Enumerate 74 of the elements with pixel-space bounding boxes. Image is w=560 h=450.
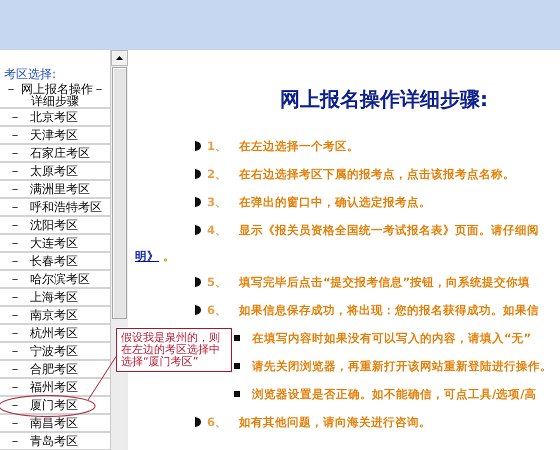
sidebar-item[interactable]: 满洲里考区	[30, 182, 90, 196]
step-text: 在弹出的窗口中，确认选定报考点。	[239, 194, 432, 211]
dash-marker: －	[8, 325, 22, 342]
dash-marker: －	[8, 361, 22, 378]
step-number: 6、	[207, 414, 228, 431]
leader-line	[88, 356, 116, 400]
bullet-icon	[195, 225, 201, 235]
sidebar-item[interactable]: 合肥考区	[30, 362, 78, 376]
sidebar-item[interactable]: 哈尔滨考区	[30, 272, 90, 286]
sidebar-item[interactable]: 宁波考区	[30, 344, 78, 358]
dash-marker: －	[8, 415, 22, 432]
step-number: 4、	[207, 222, 228, 239]
sidebar-item[interactable]: 长春考区	[30, 254, 78, 268]
square-bullet-icon	[234, 335, 240, 341]
note-text: 请先关闭浏览器，再重新打开该网站重新登陆进行操作。	[252, 358, 552, 375]
dash-marker: －	[8, 307, 22, 324]
link[interactable]: 明》	[135, 244, 159, 268]
step-number: 2、	[207, 166, 228, 183]
dash-marker: －	[8, 199, 22, 216]
sidebar-item[interactable]: 南昌考区	[30, 416, 78, 430]
sidebar-item[interactable]: 天津考区	[30, 128, 78, 142]
dash-marker: －	[8, 145, 22, 162]
dash-marker: －	[8, 343, 22, 360]
sidebar-item[interactable]: 石家庄考区	[30, 146, 90, 160]
step-text: 显示《报关员资格全国统一考试报名表》页面。请仔细阅	[239, 222, 540, 239]
step-number: 3、	[207, 194, 228, 211]
sidebar-item[interactable]: 沈阳考区	[30, 218, 78, 232]
page-title: 网上报名操作详细步骤:	[279, 86, 489, 113]
step-text: 在右边选择考区下属的报考点，点击该报考点名称。	[239, 166, 516, 183]
sidebar-item[interactable]: 太原考区	[30, 164, 78, 178]
square-bullet-icon	[234, 363, 240, 369]
bullet-icon	[195, 141, 201, 151]
sidebar-item[interactable]: 大连考区	[30, 236, 78, 250]
sidebar-item[interactable]: 杭州考区	[30, 326, 78, 340]
sidebar-item[interactable]: 青岛考区	[30, 434, 78, 448]
step-number: 1、	[207, 138, 228, 155]
dash-marker: －	[8, 271, 22, 288]
sidebar-item[interactable]: 呼和浩特考区	[30, 200, 102, 214]
up-arrow-icon	[116, 56, 123, 60]
step-text: 如有其他问题，请向海关进行咨询。	[239, 414, 432, 431]
sidebar-item[interactable]: 上海考区	[30, 290, 78, 304]
dash-marker: －	[8, 433, 22, 450]
dash-marker: －	[8, 217, 22, 234]
bullet-icon	[195, 305, 201, 315]
dash-marker: －	[8, 253, 22, 270]
step-text: 如果信息保存成功，将出现：您的报名获得成功。如果信	[239, 302, 540, 319]
sidebar-item[interactable]: 北京考区	[30, 110, 78, 124]
step-text: 。	[163, 248, 175, 265]
sidebar-item[interactable]: 福州考区	[30, 380, 78, 394]
step-number: 6、	[207, 302, 228, 319]
step-number: 5、	[207, 274, 228, 291]
sidebar-item[interactable]: 厦门考区	[30, 398, 78, 412]
dash-marker: －	[8, 235, 22, 252]
scroll-thumb[interactable]	[112, 67, 127, 319]
dash-marker: －	[8, 127, 22, 144]
step-text: 在左边选择一个考区。	[239, 138, 360, 155]
step-text: 填写完毕后点击“提交报考信息”按钮，向系统提交你填	[239, 274, 530, 291]
sidebar-heading: 考区选择:	[3, 66, 58, 82]
dash-marker: －	[8, 163, 22, 180]
bullet-icon	[195, 169, 201, 179]
dash-marker: －	[8, 109, 22, 126]
dash-marker: －	[8, 379, 22, 396]
bullet-icon	[195, 197, 201, 207]
scroll-up-button[interactable]	[111, 50, 128, 66]
note-text: 在填写内容时如果没有可以写入的内容，请填入“无”	[252, 330, 532, 347]
dash-marker: －	[8, 397, 22, 414]
bullet-icon	[195, 277, 201, 287]
callout-note: 假设我是泉州的，则在左边的考区选择中选择“厦门考区”	[116, 328, 232, 372]
dash-marker: －	[8, 181, 22, 198]
dash-marker: －	[8, 289, 22, 306]
note-text: 浏览器设置是否正确。如不能确信，可点工具/选项/高	[252, 386, 536, 403]
bullet-icon	[195, 417, 201, 427]
square-bullet-icon	[234, 391, 240, 397]
sidebar-item[interactable]: 南京考区	[30, 308, 78, 322]
